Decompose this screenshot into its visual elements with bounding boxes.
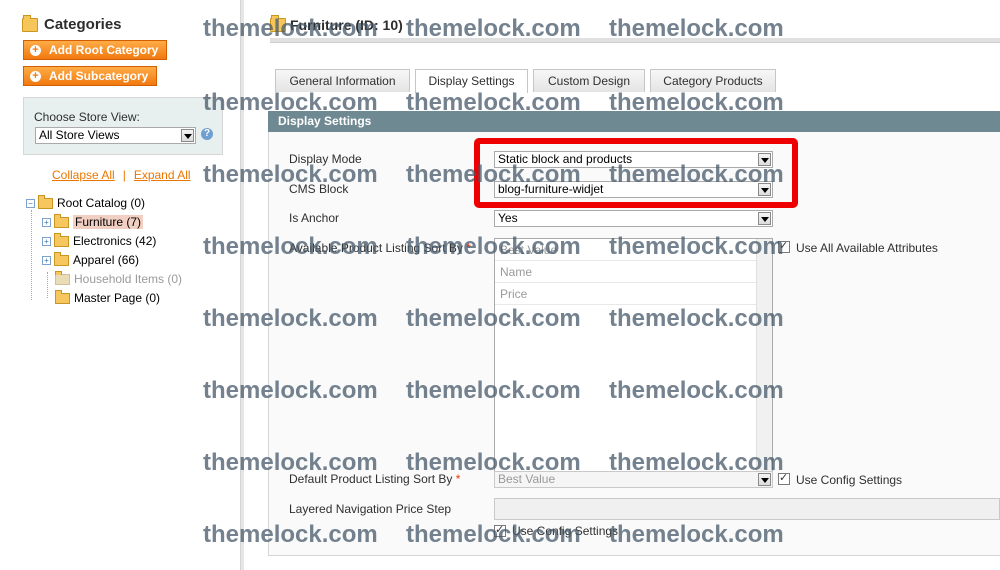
default-sort-value: Best Value: [498, 472, 556, 486]
list-item[interactable]: Price: [495, 283, 757, 305]
sort-by-label: Available Product Listing Sort By *: [289, 241, 471, 255]
list-item[interactable]: Best Value: [495, 239, 757, 261]
cms-block-label: CMS Block: [289, 182, 349, 196]
folder-icon: [270, 15, 286, 32]
chevron-down-icon: [758, 212, 771, 225]
tree-node-electronics[interactable]: + Electronics (42): [42, 232, 157, 248]
store-view-select[interactable]: All Store Views: [35, 127, 196, 144]
price-step-config-checkbox[interactable]: [494, 523, 506, 537]
categories-header: Categories: [22, 14, 122, 33]
tree-guide-line: [31, 210, 32, 300]
tree-node-label: Apparel (66): [73, 253, 140, 267]
add-subcategory-button[interactable]: + Add Subcategory: [23, 66, 158, 86]
add-root-category-button[interactable]: + Add Root Category: [23, 40, 168, 60]
is-anchor-label: Is Anchor: [289, 211, 340, 225]
tree-node-label: Root Catalog (0): [57, 196, 146, 210]
tree-node-label: Electronics (42): [73, 234, 157, 248]
plus-icon: +: [30, 44, 41, 56]
use-all-attributes-label: Use All Available Attributes: [796, 241, 938, 255]
tree-node-furniture[interactable]: + Furniture (7): [42, 213, 144, 229]
tree-node-root-catalog[interactable]: − Root Catalog (0): [26, 194, 146, 210]
expand-all-link[interactable]: Expand All: [134, 168, 191, 182]
required-mark: *: [466, 241, 471, 255]
default-sort-label-text: Default Product Listing Sort By: [289, 472, 453, 486]
store-view-value: All Store Views: [39, 128, 120, 142]
collapse-all-link[interactable]: Collapse All: [52, 168, 115, 182]
tree-node-household-items[interactable]: Household Items (0): [55, 270, 183, 286]
folder-open-icon: [38, 194, 53, 209]
price-step-label: Layered Navigation Price Step: [289, 502, 452, 516]
sort-by-multiselect[interactable]: Best Value Name Price: [494, 238, 773, 488]
list-item[interactable]: Name: [495, 261, 757, 283]
use-config-settings-label: Use Config Settings: [796, 473, 903, 487]
title-divider: [270, 38, 1000, 43]
tab-general-information[interactable]: General Information: [275, 69, 410, 92]
add-subcategory-label: Add Subcategory: [49, 69, 149, 83]
link-separator: |: [122, 168, 126, 182]
category-sidebar: Categories + Add Root Category + Add Sub…: [0, 0, 240, 570]
display-mode-label: Display Mode: [289, 152, 362, 166]
tree-node-label: Furniture (7): [73, 215, 144, 229]
is-anchor-select[interactable]: Yes: [494, 210, 773, 227]
highlight-annotation: [474, 138, 798, 208]
categories-title: Categories: [44, 16, 122, 33]
scrollbar[interactable]: [756, 239, 772, 487]
expand-icon[interactable]: +: [42, 236, 51, 246]
folder-icon: [55, 289, 70, 304]
tree-node-master-page[interactable]: Master Page (0): [55, 289, 161, 305]
expand-icon[interactable]: +: [42, 255, 51, 265]
sort-by-label-text: Available Product Listing Sort By: [289, 241, 463, 255]
store-view-switcher: Choose Store View: All Store Views ?: [23, 97, 223, 155]
page-title-text: Furniture (ID: 10): [290, 17, 403, 33]
collapse-icon[interactable]: −: [26, 198, 35, 208]
expand-icon[interactable]: +: [42, 217, 51, 227]
chevron-down-icon: [181, 129, 194, 142]
price-step-input[interactable]: [494, 498, 1000, 520]
default-sort-label: Default Product Listing Sort By *: [289, 472, 460, 486]
price-step-config-label: Use Config Settings: [512, 524, 619, 538]
folder-icon: [54, 213, 69, 228]
default-sort-select[interactable]: Best Value: [494, 471, 773, 488]
sidebar-divider: [240, 0, 244, 570]
tree-node-apparel[interactable]: + Apparel (66): [42, 251, 140, 267]
page-title: Furniture (ID: 10): [270, 15, 403, 33]
use-all-attributes-checkbox[interactable]: [778, 239, 790, 253]
tab-category-products[interactable]: Category Products: [650, 69, 776, 92]
use-config-settings-checkbox[interactable]: [778, 471, 790, 485]
add-root-category-label: Add Root Category: [49, 43, 159, 57]
tree-node-label: Master Page (0): [74, 291, 161, 305]
tab-custom-design[interactable]: Custom Design: [533, 69, 645, 92]
section-header: Display Settings: [268, 111, 1000, 132]
is-anchor-value: Yes: [498, 211, 518, 225]
folder-icon: [54, 251, 69, 266]
tab-display-settings[interactable]: Display Settings: [415, 69, 528, 93]
folder-icon: [55, 270, 70, 285]
required-mark: *: [455, 472, 461, 486]
tree-guide-line: [47, 272, 48, 298]
store-view-label: Choose Store View:: [34, 110, 140, 124]
tree-node-label: Household Items (0): [74, 272, 183, 286]
help-icon[interactable]: ?: [201, 128, 213, 140]
folder-icon: [22, 14, 38, 32]
plus-icon: +: [30, 70, 41, 82]
chevron-down-icon: [758, 473, 771, 486]
folder-icon: [54, 232, 69, 247]
tree-expand-links: Collapse All | Expand All: [52, 168, 191, 182]
